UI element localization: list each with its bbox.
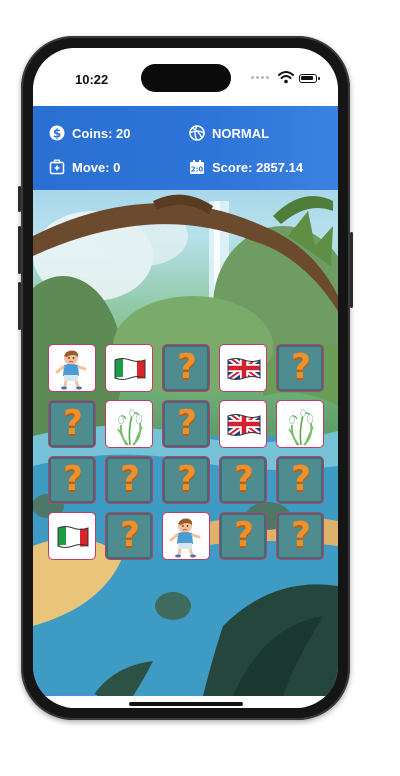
mode-label: NORMAL [212,125,270,141]
card-hidden[interactable]: ? [105,512,153,560]
svg-text:$: $ [53,127,61,141]
question-mark: ? [177,347,197,387]
mute-switch [18,186,21,212]
card-hidden[interactable]: ? [276,512,324,560]
svg-text:2:0: 2:0 [191,166,204,174]
mode-indicator: NORMAL [189,125,269,141]
question-mark: ? [291,515,311,555]
snowdrop-flower-icon [117,409,143,446]
question-mark: ? [63,459,83,499]
score-indicator: 2:0 Score: 2857.14 [189,159,303,175]
uk-flag-icon [227,358,261,380]
home-indicator[interactable] [129,702,243,706]
power-button [350,232,353,308]
medkit-icon [49,159,65,175]
phone-frame: 10:22 $ Coins: 20 NORMAL Move: 0 2:0 Sco… [18,36,353,720]
card-hidden[interactable]: ? [219,456,267,504]
score-label: Score: 2857.14 [212,159,304,175]
italy-flag-icon [114,358,146,380]
question-mark: ? [63,403,83,443]
card-hidden[interactable]: ? [276,456,324,504]
question-mark: ? [291,347,311,387]
italy-flag-icon [57,526,89,548]
boy-icon [169,518,201,558]
volume-down-button [18,282,21,330]
status-time: 10:22 [75,72,109,87]
dynamic-island [141,64,231,92]
question-mark: ? [291,459,311,499]
question-mark: ? [177,403,197,443]
moves-label: Move: 0 [72,159,121,175]
scoreboard-icon: 2:0 [190,160,204,174]
question-mark: ? [120,459,140,499]
card-hidden[interactable]: ? [162,400,210,448]
coins-label: Coins: 20 [72,125,131,141]
card-snowdrop-flower[interactable] [105,400,153,448]
snowdrop-flower-icon [288,409,314,446]
difficulty-icon [189,125,205,141]
question-mark: ? [120,515,140,555]
card-italy-flag[interactable] [105,344,153,392]
card-hidden[interactable]: ? [48,400,96,448]
uk-flag-icon [227,414,261,436]
card-boy[interactable] [48,344,96,392]
signal-icon [251,76,273,82]
game-area: $ Coins: 20 NORMAL Move: 0 2:0 Score: 28… [33,106,338,696]
card-hidden[interactable]: ? [162,456,210,504]
wifi-icon [278,71,294,84]
question-mark: ? [177,459,197,499]
question-mark: ? [234,515,254,555]
card-uk-flag[interactable] [219,344,267,392]
dollar-coin-icon: $ [49,125,65,141]
card-hidden[interactable]: ? [162,344,210,392]
battery-icon [299,74,320,83]
card-hidden[interactable]: ? [105,456,153,504]
phone-screen: 10:22 $ Coins: 20 NORMAL Move: 0 2:0 Sco… [33,48,338,708]
question-mark: ? [234,459,254,499]
status-bar: 10:22 [33,48,338,106]
card-hidden[interactable]: ? [48,456,96,504]
card-uk-flag[interactable] [219,400,267,448]
card-hidden[interactable]: ? [219,512,267,560]
card-italy-flag[interactable] [48,512,96,560]
boy-icon [55,350,87,390]
moves-indicator: Move: 0 [49,159,120,175]
coins-indicator: $ Coins: 20 [49,125,131,141]
hud-bar: $ Coins: 20 NORMAL Move: 0 2:0 Score: 28… [33,106,338,190]
card-boy[interactable] [162,512,210,560]
volume-up-button [18,226,21,274]
card-snowdrop-flower[interactable] [276,400,324,448]
card-hidden[interactable]: ? [276,344,324,392]
